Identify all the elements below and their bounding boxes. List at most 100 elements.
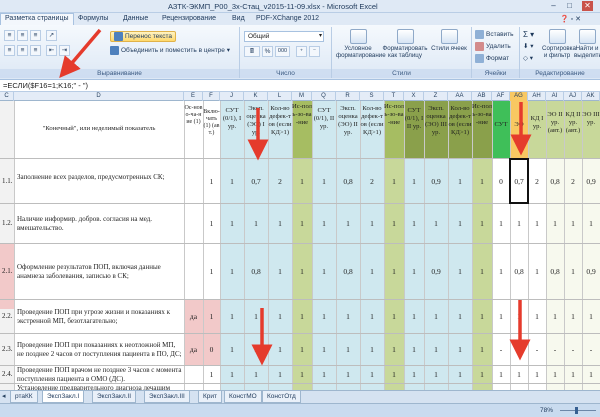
column-header-aa[interactable]: AA [448, 92, 472, 101]
cell-q[interactable]: 1 [312, 177, 336, 186]
cell-af[interactable]: - [492, 345, 510, 354]
cell-ai[interactable]: 0,8 [546, 267, 564, 276]
cell-m[interactable]: 1 [292, 267, 312, 276]
cell-ab[interactable]: 1 [472, 345, 492, 354]
insert-button[interactable]: Вставить [475, 30, 514, 39]
minimize-button[interactable]: – [548, 1, 559, 11]
cell-t[interactable]: 1 [384, 370, 404, 379]
cell-x[interactable]: 1 [404, 370, 424, 379]
format-as-table-button[interactable]: Форматировать как таблицу [382, 29, 428, 59]
sheet-tab[interactable]: ЭкспЗакл.II [92, 391, 137, 403]
align-top-icon[interactable]: ≡ [4, 30, 15, 41]
cell-ak[interactable]: 1 [582, 312, 600, 321]
column-header-ai[interactable]: AI [546, 92, 564, 101]
cell-af[interactable]: 1 [492, 370, 510, 379]
cell-q[interactable]: 1 [312, 345, 336, 354]
column-header-t[interactable]: T [384, 92, 404, 101]
autosum-icon[interactable]: Σ ▾ [523, 30, 534, 39]
tab-pdf-xchange[interactable]: PDF-XChange 2012 [256, 15, 319, 22]
cell-aa[interactable]: 1 [448, 219, 472, 228]
conditional-format-button[interactable]: Условное форматирование [336, 29, 386, 59]
decrease-decimal-icon[interactable]: ⁻ [309, 46, 320, 57]
cell-f[interactable]: 0 [203, 345, 220, 354]
cell-l[interactable]: 1 [268, 267, 292, 276]
cell-s[interactable]: 2 [360, 177, 384, 186]
cell-ai[interactable]: - [546, 345, 564, 354]
cell-k[interactable]: 0,7 [244, 177, 268, 186]
wrap-text-button[interactable]: Перенос текста [110, 31, 176, 42]
cell-s[interactable]: 1 [360, 370, 384, 379]
cell-l[interactable]: 1 [268, 312, 292, 321]
cell-styles-button[interactable]: Стили ячеек [430, 29, 468, 52]
cell-l[interactable]: 2 [268, 177, 292, 186]
column-header-f[interactable]: F [203, 92, 220, 101]
cell-aa[interactable]: 1 [448, 345, 472, 354]
cell-aj[interactable]: 1 [564, 370, 582, 379]
column-header-af[interactable]: AF [492, 92, 510, 101]
cell-ab[interactable]: 1 [472, 370, 492, 379]
cell-r[interactable]: 1 [336, 312, 360, 321]
cell-s[interactable]: 1 [360, 312, 384, 321]
cell-ah[interactable]: 1 [528, 312, 546, 321]
cell-x[interactable]: 1 [404, 312, 424, 321]
formula-text[interactable]: =ЕСЛИ($F16=1;K16;" - ") [3, 81, 88, 90]
cell-e[interactable]: да [184, 312, 203, 321]
zoom-level[interactable]: 78% [540, 407, 553, 414]
indicator-text[interactable]: Проведение ПОП врачом не позднее 3 часов… [17, 366, 182, 383]
column-header-ah[interactable]: AH [528, 92, 546, 101]
cell-s[interactable]: 1 [360, 219, 384, 228]
align-right-icon[interactable]: ≡ [30, 45, 41, 56]
cell-ah[interactable]: 1 [528, 267, 546, 276]
cell-m[interactable]: 1 [292, 370, 312, 379]
cell-m[interactable]: 1 [292, 345, 312, 354]
cell-ak[interactable]: - [582, 345, 600, 354]
cell-ai[interactable]: 1 [546, 370, 564, 379]
cell-t[interactable]: 1 [384, 267, 404, 276]
cell-k[interactable]: 0,8 [244, 267, 268, 276]
cell-q[interactable]: 1 [312, 219, 336, 228]
tab-review[interactable]: Рецензирование [162, 15, 216, 22]
cell-ah[interactable]: - [528, 345, 546, 354]
column-header-d[interactable]: D [14, 92, 184, 101]
tab-formulas[interactable]: Формулы [78, 15, 108, 22]
column-header-ag[interactable]: AG [510, 92, 528, 101]
column-header-e[interactable]: E [184, 92, 203, 101]
cell-af[interactable]: 1 [492, 312, 510, 321]
column-header-c[interactable]: C [0, 92, 14, 101]
cell-k[interactable]: 1 [244, 370, 268, 379]
column-header-aj[interactable]: AJ [564, 92, 582, 101]
cell-x[interactable]: 1 [404, 345, 424, 354]
cell-z[interactable]: 0,9 [424, 267, 448, 276]
cell-aj[interactable]: 2 [564, 177, 582, 186]
cell-j[interactable]: 1 [220, 267, 244, 276]
sheet-tab[interactable]: КонстОтд [262, 391, 301, 403]
cell-ag[interactable]: - [510, 345, 528, 354]
cell-t[interactable]: 1 [384, 219, 404, 228]
worksheet-grid[interactable]: "Конечный", или неделимый показатель Ос-… [0, 101, 600, 390]
cell-ai[interactable]: 0,8 [546, 177, 564, 186]
column-header-m[interactable]: M [292, 92, 312, 101]
percent-button[interactable]: % [262, 46, 273, 57]
sheet-nav-prev-icon[interactable]: ◂ [2, 392, 6, 400]
align-left-icon[interactable]: ≡ [4, 45, 15, 56]
cell-f[interactable]: 1 [203, 312, 220, 321]
column-header-k[interactable]: K [244, 92, 268, 101]
column-header-j[interactable]: J [220, 92, 244, 101]
cell-m[interactable]: 1 [292, 219, 312, 228]
orientation-icon[interactable]: ↗ [46, 30, 57, 41]
sheet-tab[interactable]: ртаКК [10, 391, 38, 403]
fill-icon[interactable]: ⬇ ▾ [523, 42, 534, 50]
cell-af[interactable]: 0 [492, 177, 510, 186]
cell-t[interactable]: 1 [384, 312, 404, 321]
cell-aj[interactable]: 1 [564, 267, 582, 276]
zoom-slider-knob[interactable] [575, 407, 578, 414]
cell-r[interactable]: 0,8 [336, 267, 360, 276]
align-middle-icon[interactable]: ≡ [17, 30, 28, 41]
sheet-tab-active[interactable]: ЭкспЗакл.I [42, 391, 85, 403]
cell-r[interactable]: 1 [336, 345, 360, 354]
cell-z[interactable]: 1 [424, 219, 448, 228]
cell-k[interactable]: 1 [244, 345, 268, 354]
cell-j[interactable]: 1 [220, 370, 244, 379]
column-header-ak[interactable]: AK [582, 92, 600, 101]
cell-t[interactable]: 1 [384, 345, 404, 354]
